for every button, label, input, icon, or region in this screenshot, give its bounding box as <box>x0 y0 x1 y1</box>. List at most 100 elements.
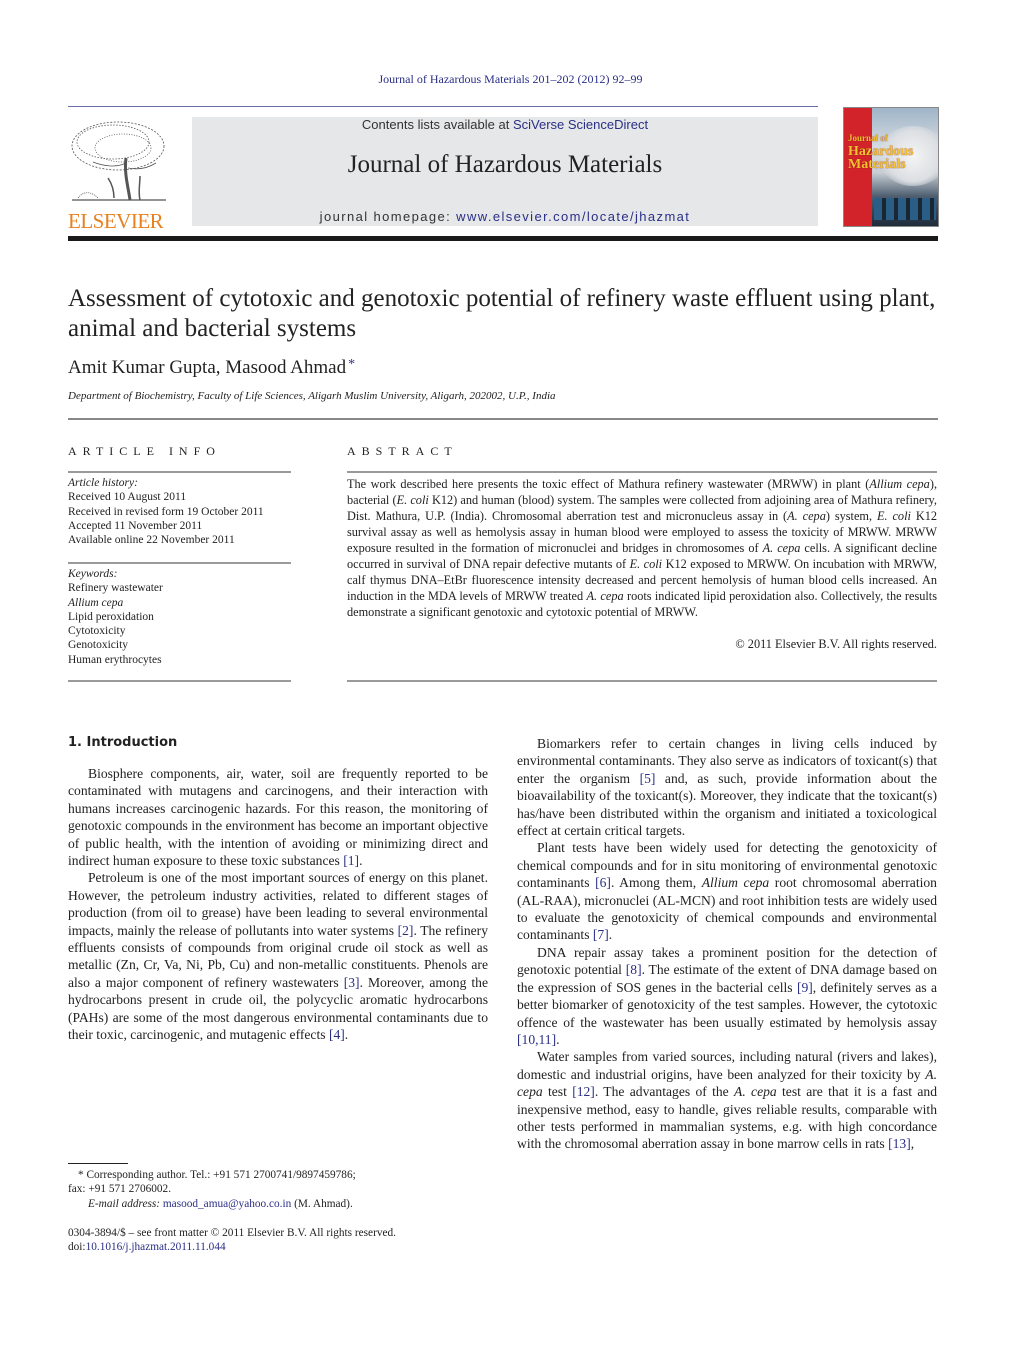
history-item: Received in revised form 19 October 2011 <box>68 505 264 518</box>
citation-link[interactable]: [6] <box>595 875 611 890</box>
doi-line: doi:10.1016/j.jhazmat.2011.11.044 <box>68 1240 488 1254</box>
affiliation: Department of Biochemistry, Faculty of L… <box>68 390 556 402</box>
keyword: Lipid peroxidation <box>68 610 154 623</box>
italic-term: E. coli <box>876 509 911 523</box>
text-run: test <box>542 1084 573 1100</box>
citation-link[interactable]: [8] <box>626 962 642 977</box>
email-label: E-mail address: <box>88 1197 161 1210</box>
contents-line: Contents lists available at SciVerse Sci… <box>192 117 818 132</box>
cover-title-line: Materials <box>848 157 906 172</box>
text-run: , <box>910 1136 915 1152</box>
citation-link[interactable]: [2] <box>398 923 414 938</box>
citation-link[interactable]: [3] <box>344 975 360 990</box>
article-title: Assessment of cytotoxic and genotoxic po… <box>68 285 936 342</box>
text-run: Biosphere components, air, water, soil a… <box>68 766 488 869</box>
author-list: Amit Kumar Gupta, Masood Ahmad * <box>68 357 355 379</box>
title-divider <box>68 418 938 420</box>
contents-prefix: Contents lists available at <box>361 117 513 132</box>
corresponding-author-mark[interactable]: * <box>348 357 355 372</box>
body-paragraph: DNA repair assay takes a prominent posit… <box>517 944 937 1048</box>
section-heading-introduction: 1. Introduction <box>68 735 178 750</box>
top-divider <box>68 106 818 107</box>
keyword: Refinery wastewater <box>68 582 163 595</box>
history-item: Available online 22 November 2011 <box>68 534 235 547</box>
body-paragraph: Petroleum is one of the most important s… <box>68 869 488 1043</box>
citation-link[interactable]: [12] <box>572 1084 595 1099</box>
history-item: Received 10 August 2011 <box>68 491 187 504</box>
keyword: Allium cepa <box>68 596 124 609</box>
text-run: Water samples from varied sources, inclu… <box>517 1049 937 1082</box>
italic-term: E. coli <box>396 493 429 507</box>
body-paragraph: Biosphere components, air, water, soil a… <box>68 765 488 869</box>
journal-citation-link[interactable]: Journal of Hazardous Materials 201–202 (… <box>379 72 643 86</box>
italic-term: A. cepa <box>787 509 826 523</box>
journal-cover-image[interactable]: Journal of Hazardous Materials <box>843 107 939 227</box>
citation-link[interactable]: [7] <box>593 927 609 942</box>
cover-factory <box>874 198 936 220</box>
italic-term: Allium cepa <box>701 875 770 891</box>
homepage-prefix: journal homepage: <box>319 209 457 224</box>
elsevier-tree-icon <box>71 121 166 201</box>
history-item: Accepted 11 November 2011 <box>68 519 203 532</box>
journal-header-band: Contents lists available at SciVerse Sci… <box>192 117 818 226</box>
citation-link[interactable]: [5] <box>640 771 656 786</box>
body-column-right: Biomarkers refer to certain changes in l… <box>517 735 937 1153</box>
history-label: Article history: <box>68 477 138 489</box>
elsevier-wordmark: ELSEVIER <box>68 209 164 233</box>
footnote-fax: fax: +91 571 2706002. <box>68 1183 172 1196</box>
text-run: . <box>344 1027 349 1043</box>
keywords-label: Keywords: <box>68 568 118 580</box>
article-info-divider <box>68 471 291 473</box>
keyword: Cytotoxicity <box>68 625 126 638</box>
citation-link[interactable]: [1] <box>343 853 359 868</box>
italic-term: A. cepa <box>586 589 624 603</box>
article-info-heading: ARTICLE INFO <box>68 444 221 458</box>
abstract-divider <box>347 471 937 473</box>
body-paragraph: Biomarkers refer to certain changes in l… <box>517 735 937 839</box>
cover-title: Journal of Hazardous Materials <box>848 132 913 172</box>
body-paragraph: Plant tests have been widely used for de… <box>517 839 937 943</box>
corresponding-author-footnote: * Corresponding author. Tel.: +91 571 27… <box>68 1168 488 1211</box>
body-paragraph: Water samples from varied sources, inclu… <box>517 1048 937 1152</box>
authors-text: Amit Kumar Gupta, Masood Ahmad <box>68 357 347 378</box>
keyword: Genotoxicity <box>68 639 129 652</box>
keywords: Keywords: Refinery wastewater Allium cep… <box>68 567 293 667</box>
footnote-divider <box>68 1163 128 1164</box>
abstract-copyright: © 2011 Elsevier B.V. All rights reserved… <box>735 637 937 651</box>
front-matter: 0304-3894/$ – see front matter © 2011 El… <box>68 1226 488 1255</box>
doi-link[interactable]: 10.1016/j.jhazmat.2011.11.044 <box>86 1241 226 1253</box>
italic-term: A. cepa <box>762 541 801 555</box>
front-matter-issn: 0304-3894/$ – see front matter © 2011 El… <box>68 1227 396 1239</box>
article-info-divider <box>68 562 291 564</box>
text-run: . Among them, <box>610 875 702 891</box>
header-thick-divider <box>68 236 938 241</box>
elsevier-logo[interactable]: ELSEVIER <box>68 118 170 232</box>
text-run: . <box>556 1031 560 1047</box>
footnote-email-line: E-mail address: masood_amua@yahoo.co.in … <box>68 1197 488 1211</box>
journal-name: Journal of Hazardous Materials <box>347 151 663 178</box>
abstract-heading: ABSTRACT <box>347 444 458 458</box>
article-history: Article history: Received 10 August 2011… <box>68 476 293 547</box>
footnote-contact: * Corresponding author. Tel.: +91 571 27… <box>78 1169 356 1181</box>
email-link[interactable]: masood_amua@yahoo.co.in <box>163 1198 291 1210</box>
citation-link[interactable]: [4] <box>329 1027 345 1042</box>
citation-link[interactable]: [9] <box>797 980 813 995</box>
homepage-line: journal homepage: www.elsevier.com/locat… <box>192 209 818 224</box>
italic-term: Allium cepa <box>869 477 930 491</box>
article-info-divider <box>68 680 291 682</box>
citation-link[interactable]: [13] <box>888 1136 911 1151</box>
text-run: . <box>608 927 613 943</box>
citation-link[interactable]: [10,11] <box>517 1032 556 1047</box>
keyword: Human erythrocytes <box>68 653 162 666</box>
email-suffix: (M. Ahmad). <box>291 1197 353 1210</box>
text-run: The work described here presents the tox… <box>347 477 870 491</box>
sciencedirect-link[interactable]: SciVerse ScienceDirect <box>513 117 648 132</box>
abstract-divider <box>347 680 937 682</box>
journal-homepage-link[interactable]: www.elsevier.com/locate/jhazmat <box>456 209 690 224</box>
running-header[interactable]: Journal of Hazardous Materials 201–202 (… <box>0 72 1021 87</box>
text-run: . The advantages of the <box>594 1084 735 1100</box>
body-column-left: Biosphere components, air, water, soil a… <box>68 765 488 1044</box>
text-run: ) system, <box>825 509 877 523</box>
text-run: . <box>359 853 363 869</box>
italic-term: A. cepa <box>734 1084 777 1100</box>
